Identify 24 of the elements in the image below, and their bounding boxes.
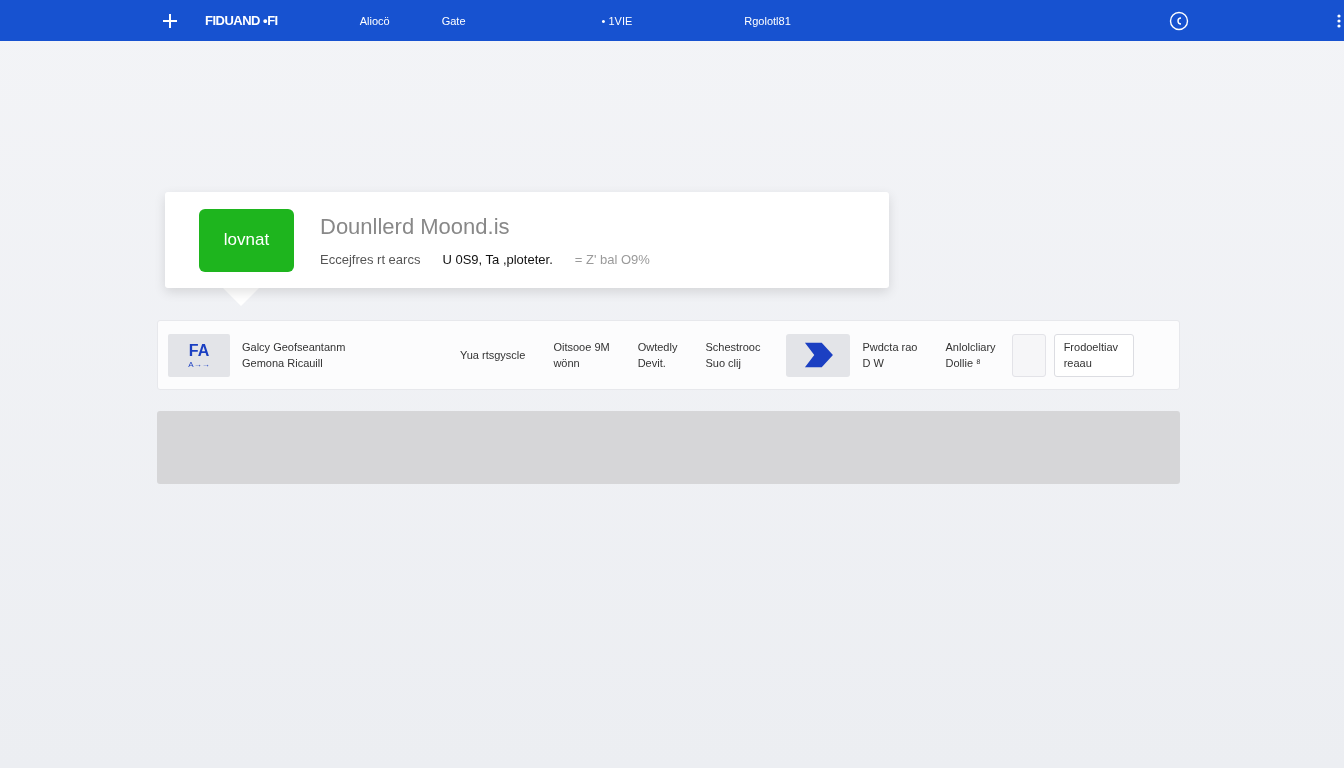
meta-text: = Z' bal O9%	[574, 251, 650, 267]
meta-text: U 0S9, Ta ,plotetеr.	[442, 251, 553, 267]
action-button[interactable]: Frodoeltiav reaau	[1053, 333, 1134, 377]
logo-text: FA	[188, 341, 210, 360]
logo: FIDUAND •FI	[205, 13, 278, 28]
status-badge: lovnat	[199, 208, 294, 272]
nav-link[interactable]: • 1VIE	[601, 14, 633, 27]
info-text: Galcy Geofseantanm Gemona Ricauill	[242, 340, 347, 371]
info-text: Yua rtsgyscle	[460, 348, 526, 363]
info-text: Oitsooe 9M wönn	[553, 340, 610, 371]
info-text: Pwdcta rao D W	[862, 340, 918, 371]
plus-icon[interactable]	[162, 12, 178, 29]
arrow-button[interactable]	[786, 333, 851, 377]
info-text: Anlolcliary Dollie ⁸	[945, 340, 996, 371]
nav-link[interactable]: Rgolotl81	[744, 14, 791, 27]
info-text: Schestrooc Suo clij	[705, 340, 761, 371]
meta-text: Eccejfres rt earcs	[320, 251, 421, 267]
nav-link[interactable]: Gate	[441, 14, 466, 27]
card-title: Dounllerd Moond.is	[320, 213, 511, 240]
logo-subtext: A→→	[188, 359, 210, 369]
account-icon[interactable]	[1168, 10, 1189, 31]
info-text: Owtedly Devit.	[637, 340, 678, 371]
nav-link[interactable]: Aliocö	[359, 14, 390, 27]
more-icon[interactable]	[1335, 12, 1342, 29]
